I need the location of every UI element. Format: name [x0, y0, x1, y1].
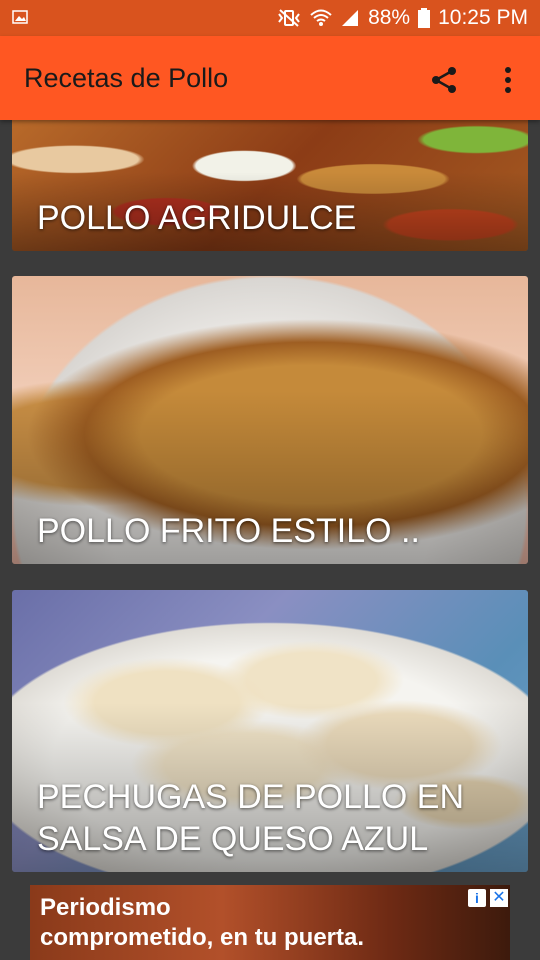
app-title: Recetas de Pollo: [24, 63, 229, 93]
image-icon: [12, 10, 28, 24]
ad-info-icon[interactable]: i: [468, 889, 486, 907]
battery-percent: 88%: [368, 6, 411, 29]
status-time: 10:25 PM: [438, 6, 528, 29]
recipe-card[interactable]: PECHUGAS DE POLLO EN SALSA DE QUESO AZUL: [12, 590, 528, 872]
recipe-title: POLLO AGRIDULCE: [37, 199, 357, 237]
ad-area: Periodismo comprometido, en tu puerta. i…: [0, 872, 540, 960]
status-icons: 88% 10:25 PM: [276, 0, 528, 36]
app-bar: Recetas de Pollo: [0, 36, 540, 120]
wifi-icon: [310, 9, 332, 26]
recipe-title: POLLO FRITO ESTILO ..: [37, 512, 420, 550]
battery-icon: [418, 8, 431, 28]
ad-text-line2: comprometido, en tu puerta.: [40, 924, 365, 951]
ad-text: Periodismo comprometido, en tu puerta.: [40, 893, 364, 953]
ad-close-icon[interactable]: ✕: [490, 889, 508, 907]
status-bar: 88% 10:25 PM: [0, 0, 540, 36]
recipe-card[interactable]: POLLO AGRIDULCE: [12, 120, 528, 251]
recipe-title: PECHUGAS DE POLLO EN SALSA DE QUESO AZUL: [37, 778, 465, 858]
ad-banner[interactable]: Periodismo comprometido, en tu puerta. i…: [30, 885, 510, 960]
share-button[interactable]: [424, 60, 464, 100]
share-icon: [432, 67, 456, 93]
vibrate-mute-icon: [278, 9, 300, 27]
more-options-button[interactable]: [488, 60, 528, 100]
recipe-card[interactable]: POLLO FRITO ESTILO ..: [12, 276, 528, 564]
more-vert-icon: [505, 67, 511, 93]
signal-icon: [342, 10, 359, 26]
ad-text-line1: Periodismo: [40, 894, 171, 921]
